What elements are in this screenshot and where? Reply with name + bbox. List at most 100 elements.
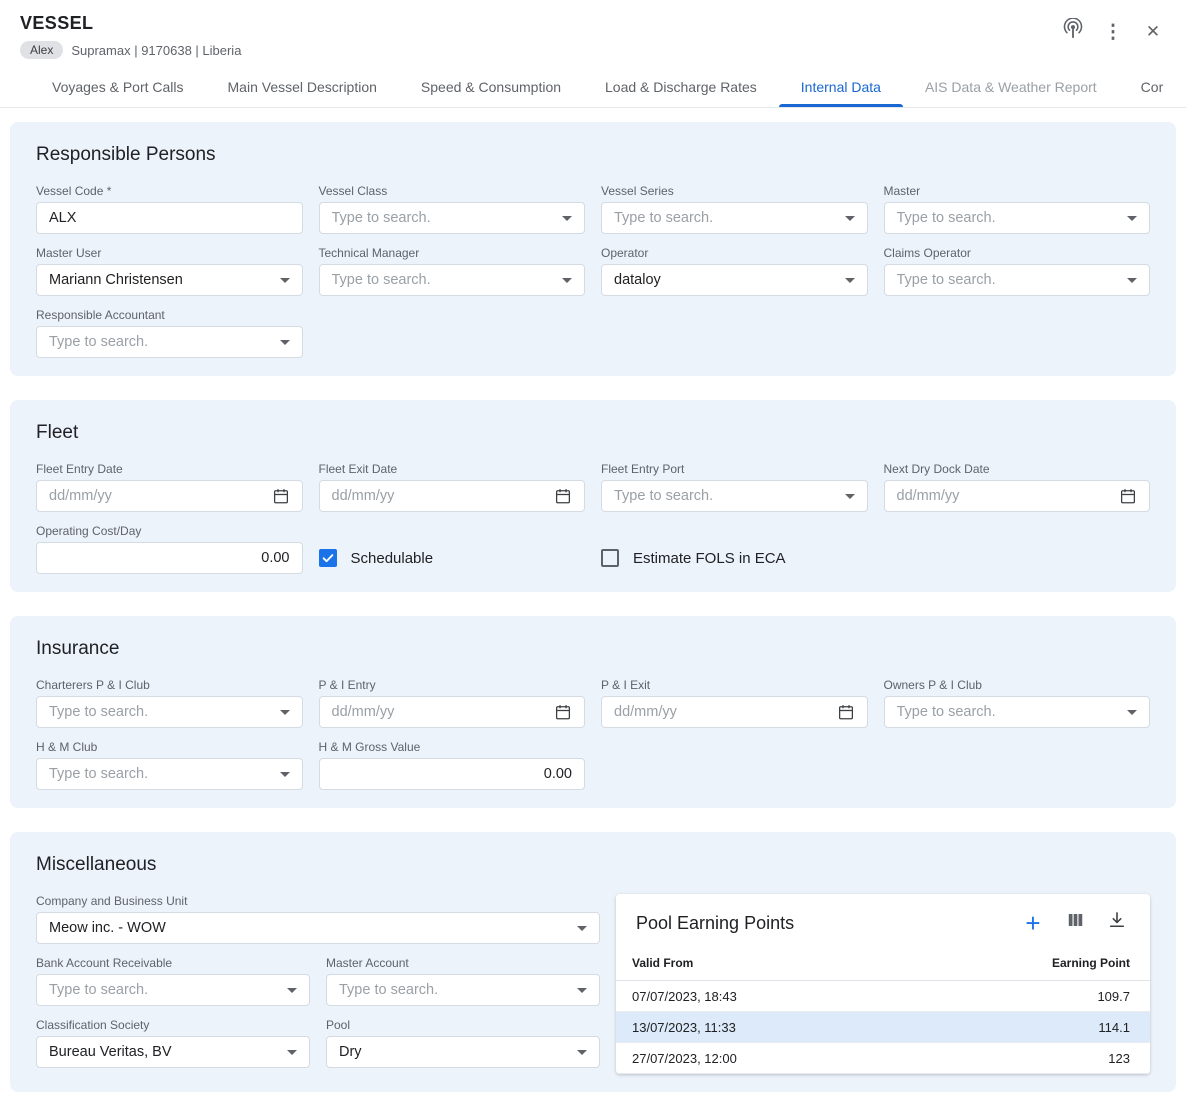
schedulable-check-field: Schedulable	[319, 549, 586, 567]
vessel-series-select[interactable]: Type to search.	[601, 202, 868, 234]
column-header-valid-from: Valid From	[632, 956, 693, 970]
chevron-down-icon	[577, 926, 587, 931]
operating-cost-day-input[interactable]	[49, 550, 290, 566]
pool-earning-points-card: Pool Earning Points +	[616, 894, 1150, 1074]
field-label: Fleet Exit Date	[319, 462, 586, 476]
broadcast-button[interactable]	[1058, 17, 1088, 47]
vessel-code-input-box	[36, 202, 303, 234]
company-business-unit-select[interactable]: Meow inc. - WOW	[36, 912, 600, 944]
calendar-icon[interactable]	[837, 703, 855, 721]
tab-voyages-port-calls[interactable]: Voyages & Port Calls	[30, 67, 206, 107]
pool-earning-points-title: Pool Earning Points	[636, 913, 794, 934]
company-business-unit-field: Company and Business Unit Meow inc. - WO…	[36, 894, 600, 944]
technical-manager-select[interactable]: Type to search.	[319, 264, 586, 296]
earning-point-cell: 114.1	[1098, 1020, 1130, 1035]
fleet-exit-date-input-box	[319, 480, 586, 512]
estimate-fols-checkbox[interactable]	[601, 549, 619, 567]
select-placeholder: Type to search.	[332, 272, 555, 288]
fleet-exit-date-field: Fleet Exit Date	[319, 462, 586, 512]
master-select[interactable]: Type to search.	[884, 202, 1151, 234]
vessel-code-input[interactable]	[49, 210, 290, 226]
chevron-down-icon	[845, 216, 855, 221]
hm-club-select[interactable]: Type to search.	[36, 758, 303, 790]
pi-exit-input-box	[601, 696, 868, 728]
section-miscellaneous: Miscellaneous Company and Business Unit …	[10, 832, 1176, 1092]
responsible-accountant-select[interactable]: Type to search.	[36, 326, 303, 358]
section-responsible-persons: Responsible Persons Vessel Code * Vessel…	[10, 122, 1176, 376]
claims-operator-field: Claims Operator Type to search.	[884, 246, 1151, 296]
operator-select[interactable]: dataloy	[601, 264, 868, 296]
hm-gross-value-input[interactable]	[332, 766, 573, 782]
next-dry-dock-date-input[interactable]	[897, 488, 1112, 504]
column-header-earning-point: Earning Point	[1052, 956, 1130, 970]
tab-cor-truncated[interactable]: Cor	[1119, 67, 1186, 107]
field-label: Operator	[601, 246, 868, 260]
close-button[interactable]: ✕	[1138, 17, 1168, 47]
next-dry-dock-date-field: Next Dry Dock Date	[884, 462, 1151, 512]
fleet-entry-date-input[interactable]	[49, 488, 264, 504]
fleet-entry-port-field: Fleet Entry Port Type to search.	[601, 462, 868, 512]
section-insurance: Insurance Charterers P & I Club Type to …	[10, 616, 1176, 808]
chevron-down-icon	[562, 278, 572, 283]
tab-ais-data-weather-report[interactable]: AIS Data & Weather Report	[903, 67, 1119, 107]
vessel-chip: Alex	[20, 41, 63, 59]
tab-speed-consumption[interactable]: Speed & Consumption	[399, 67, 583, 107]
overflow-menu-button[interactable]: ⋮	[1098, 17, 1128, 47]
responsible-persons-grid: Vessel Code * Vessel Class Type to searc…	[36, 184, 1150, 358]
field-label: Next Dry Dock Date	[884, 462, 1151, 476]
table-row[interactable]: 27/07/2023, 12:00 123	[616, 1043, 1150, 1074]
vessel-class-field: Vessel Class Type to search.	[319, 184, 586, 234]
field-label: Master User	[36, 246, 303, 260]
field-label: Master Account	[326, 956, 600, 970]
vessel-class-select[interactable]: Type to search.	[319, 202, 586, 234]
field-label: P & I Entry	[319, 678, 586, 692]
master-account-field: Master Account Type to search.	[326, 956, 600, 1006]
tab-main-vessel-description[interactable]: Main Vessel Description	[206, 67, 399, 107]
valid-from-cell: 27/07/2023, 12:00	[632, 1051, 737, 1066]
classification-society-select[interactable]: Bureau Veritas, BV	[36, 1036, 310, 1068]
chevron-down-icon	[287, 1050, 297, 1055]
calendar-icon[interactable]	[554, 487, 572, 505]
field-label: Fleet Entry Date	[36, 462, 303, 476]
owners-pi-club-field: Owners P & I Club Type to search.	[884, 678, 1151, 728]
pi-exit-input[interactable]	[614, 704, 829, 720]
owners-pi-club-select[interactable]: Type to search.	[884, 696, 1151, 728]
bank-account-receivable-field: Bank Account Receivable Type to search.	[36, 956, 310, 1006]
claims-operator-select[interactable]: Type to search.	[884, 264, 1151, 296]
field-label: Classification Society	[36, 1018, 310, 1032]
calendar-icon[interactable]	[554, 703, 572, 721]
calendar-icon[interactable]	[1119, 487, 1137, 505]
field-label: Owners P & I Club	[884, 678, 1151, 692]
fleet-entry-port-select[interactable]: Type to search.	[601, 480, 868, 512]
master-account-select[interactable]: Type to search.	[326, 974, 600, 1006]
pi-entry-input[interactable]	[332, 704, 547, 720]
hm-gross-value-input-box	[319, 758, 586, 790]
bank-account-receivable-select[interactable]: Type to search.	[36, 974, 310, 1006]
schedulable-checkbox[interactable]	[319, 549, 337, 567]
calendar-icon[interactable]	[272, 487, 290, 505]
tab-load-discharge-rates[interactable]: Load & Discharge Rates	[583, 67, 779, 107]
pool-select[interactable]: Dry	[326, 1036, 600, 1068]
add-row-button[interactable]: +	[1020, 910, 1046, 936]
fleet-exit-date-input[interactable]	[332, 488, 547, 504]
vessel-subtitle: Supramax | 9170638 | Liberia	[71, 43, 241, 58]
vessel-form: Responsible Persons Vessel Code * Vessel…	[0, 108, 1186, 1092]
master-user-select[interactable]: Mariann Christensen	[36, 264, 303, 296]
tab-internal-data[interactable]: Internal Data	[779, 67, 903, 107]
header-actions: ⋮ ✕	[1058, 13, 1168, 47]
pi-exit-field: P & I Exit	[601, 678, 868, 728]
section-title: Fleet	[36, 422, 1150, 444]
tab-bar: Voyages & Port Calls Main Vessel Descrip…	[0, 67, 1186, 108]
download-button[interactable]	[1104, 910, 1130, 936]
broadcast-icon	[1062, 18, 1084, 46]
charterers-pi-club-select[interactable]: Type to search.	[36, 696, 303, 728]
column-settings-button[interactable]	[1062, 910, 1088, 936]
select-placeholder: Type to search.	[614, 488, 837, 504]
fleet-entry-date-input-box	[36, 480, 303, 512]
chevron-down-icon	[280, 772, 290, 777]
table-row[interactable]: 13/07/2023, 11:33 114.1	[616, 1012, 1150, 1043]
chevron-down-icon	[1127, 710, 1137, 715]
select-placeholder: Type to search.	[49, 704, 272, 720]
table-row[interactable]: 07/07/2023, 18:43 109.7	[616, 981, 1150, 1012]
field-label: P & I Exit	[601, 678, 868, 692]
